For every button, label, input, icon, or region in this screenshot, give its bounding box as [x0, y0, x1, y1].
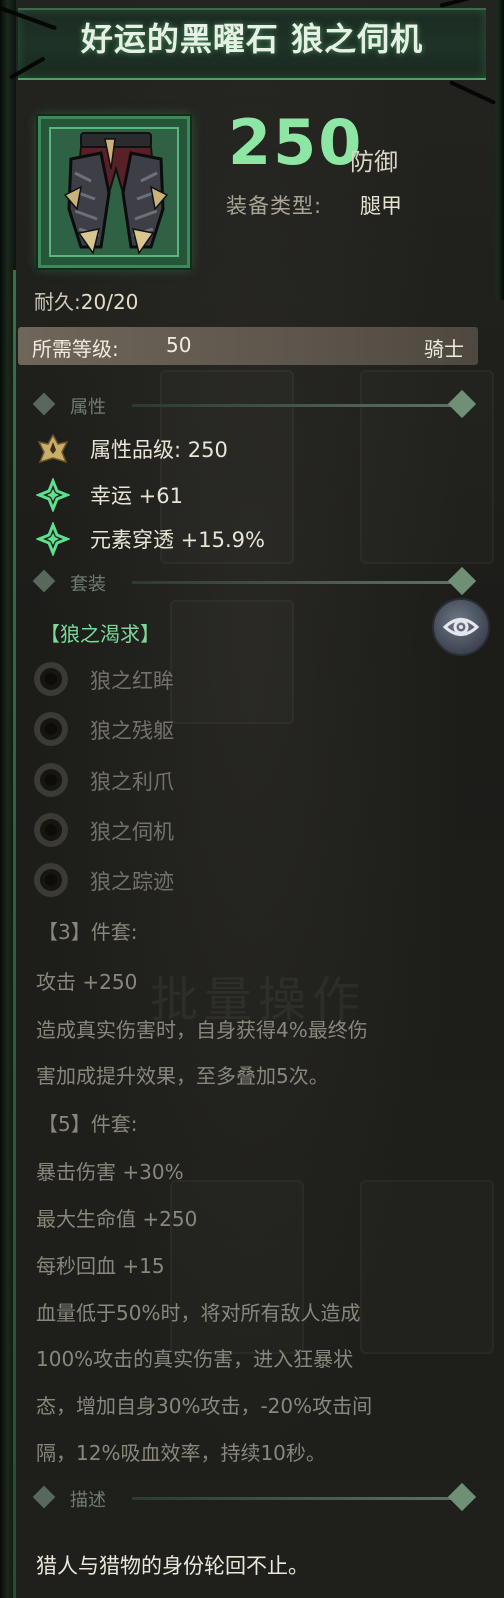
equipment-type-value: 腿甲	[360, 194, 402, 218]
required-level-label: 所需等级:	[32, 337, 119, 361]
diamond-icon	[32, 569, 56, 593]
set-bonus-line: 每秒回血 +15	[36, 1254, 165, 1278]
attribute-text: 幸运 +61	[90, 484, 183, 508]
section-divider	[132, 1497, 458, 1500]
left-vine-glow	[13, 270, 16, 1598]
section-divider	[132, 404, 458, 407]
set-bonus-3-header: 【3】件套:	[38, 920, 138, 944]
diamond-icon	[32, 1485, 56, 1509]
set-piece-name: 狼之残躯	[90, 719, 174, 743]
set-piece-ring-icon	[34, 863, 68, 897]
diamond-icon	[32, 392, 56, 416]
set-piece-name: 狼之红眸	[90, 669, 174, 693]
element-pierce-sparkle-icon	[36, 522, 70, 556]
durability: 耐久:20/20	[34, 286, 138, 315]
section-header-description: 描述	[32, 1482, 478, 1512]
set-bonus-line: 造成真实伤害时，自身获得4%最终伤	[36, 1018, 368, 1042]
set-bonus-5-header: 【5】件套:	[38, 1112, 138, 1136]
section-divider	[132, 581, 458, 584]
diamond-icon	[447, 389, 477, 419]
thorn-decoration	[449, 80, 497, 105]
background-slot	[360, 1180, 494, 1354]
set-bonus-line: 害加成提升效果，至多叠加5次。	[36, 1064, 329, 1088]
background-slot	[170, 600, 294, 724]
set-piece-name: 狼之踪迹	[90, 870, 174, 894]
set-bonus-line: 隔，12%吸血效率，持续10秒。	[36, 1441, 326, 1465]
diamond-icon	[447, 1482, 477, 1512]
set-bonus-line: 暴击伤害 +30%	[36, 1160, 184, 1184]
section-title: 描述	[70, 1490, 106, 1511]
item-tooltip-card: 批量操作 好运的黑曜石 狼之伺机 250 防御 装备类型: 腿甲 耐久:20/2…	[0, 0, 504, 1598]
set-bonus-line: 血量低于50%时，将对所有敌人造成	[36, 1301, 361, 1325]
item-icon-frame	[38, 116, 190, 268]
set-piece-name: 狼之利爪	[90, 770, 174, 794]
set-bonus-line: 攻击 +250	[36, 970, 138, 994]
attribute-text: 元素穿透 +15.9%	[90, 528, 265, 552]
set-piece-ring-icon	[34, 712, 68, 746]
set-piece-ring-icon	[34, 763, 68, 797]
diamond-icon	[447, 566, 477, 596]
defense-label: 防御	[350, 148, 398, 176]
required-level-value: 50	[166, 333, 192, 357]
luck-sparkle-icon	[36, 478, 70, 512]
set-bonus-line: 态，增加自身30%攻击，-20%攻击间	[36, 1394, 373, 1418]
set-bonus-line: 100%攻击的真实伤害，进入狂暴状	[36, 1347, 354, 1371]
eye-icon	[442, 618, 480, 636]
section-title: 属性	[70, 397, 106, 418]
equipment-type-label: 装备类型:	[226, 194, 323, 218]
attribute-text: 属性品级: 250	[90, 438, 228, 462]
view-set-eye-button[interactable]	[432, 598, 490, 656]
required-class: 骑士	[424, 337, 464, 361]
set-piece-name: 狼之伺机	[90, 820, 174, 844]
section-title: 套装	[70, 574, 106, 595]
durability-value: 20/20	[80, 290, 139, 314]
set-bonus-line: 最大生命值 +250	[36, 1207, 198, 1231]
set-piece-ring-icon	[34, 662, 68, 696]
item-title: 好运的黑曜石 狼之伺机	[80, 20, 424, 58]
attribute-grade-icon	[37, 433, 69, 464]
section-header-attributes: 属性	[32, 389, 478, 419]
description-text: 猎人与猎物的身份轮回不止。	[36, 1554, 309, 1578]
durability-label: 耐久:	[34, 290, 81, 314]
set-piece-ring-icon	[34, 813, 68, 847]
defense-value: 250	[228, 106, 364, 179]
section-header-set: 套装	[32, 566, 478, 596]
leg-armor-icon	[49, 127, 179, 257]
set-name: 【狼之渴求】	[40, 622, 160, 646]
